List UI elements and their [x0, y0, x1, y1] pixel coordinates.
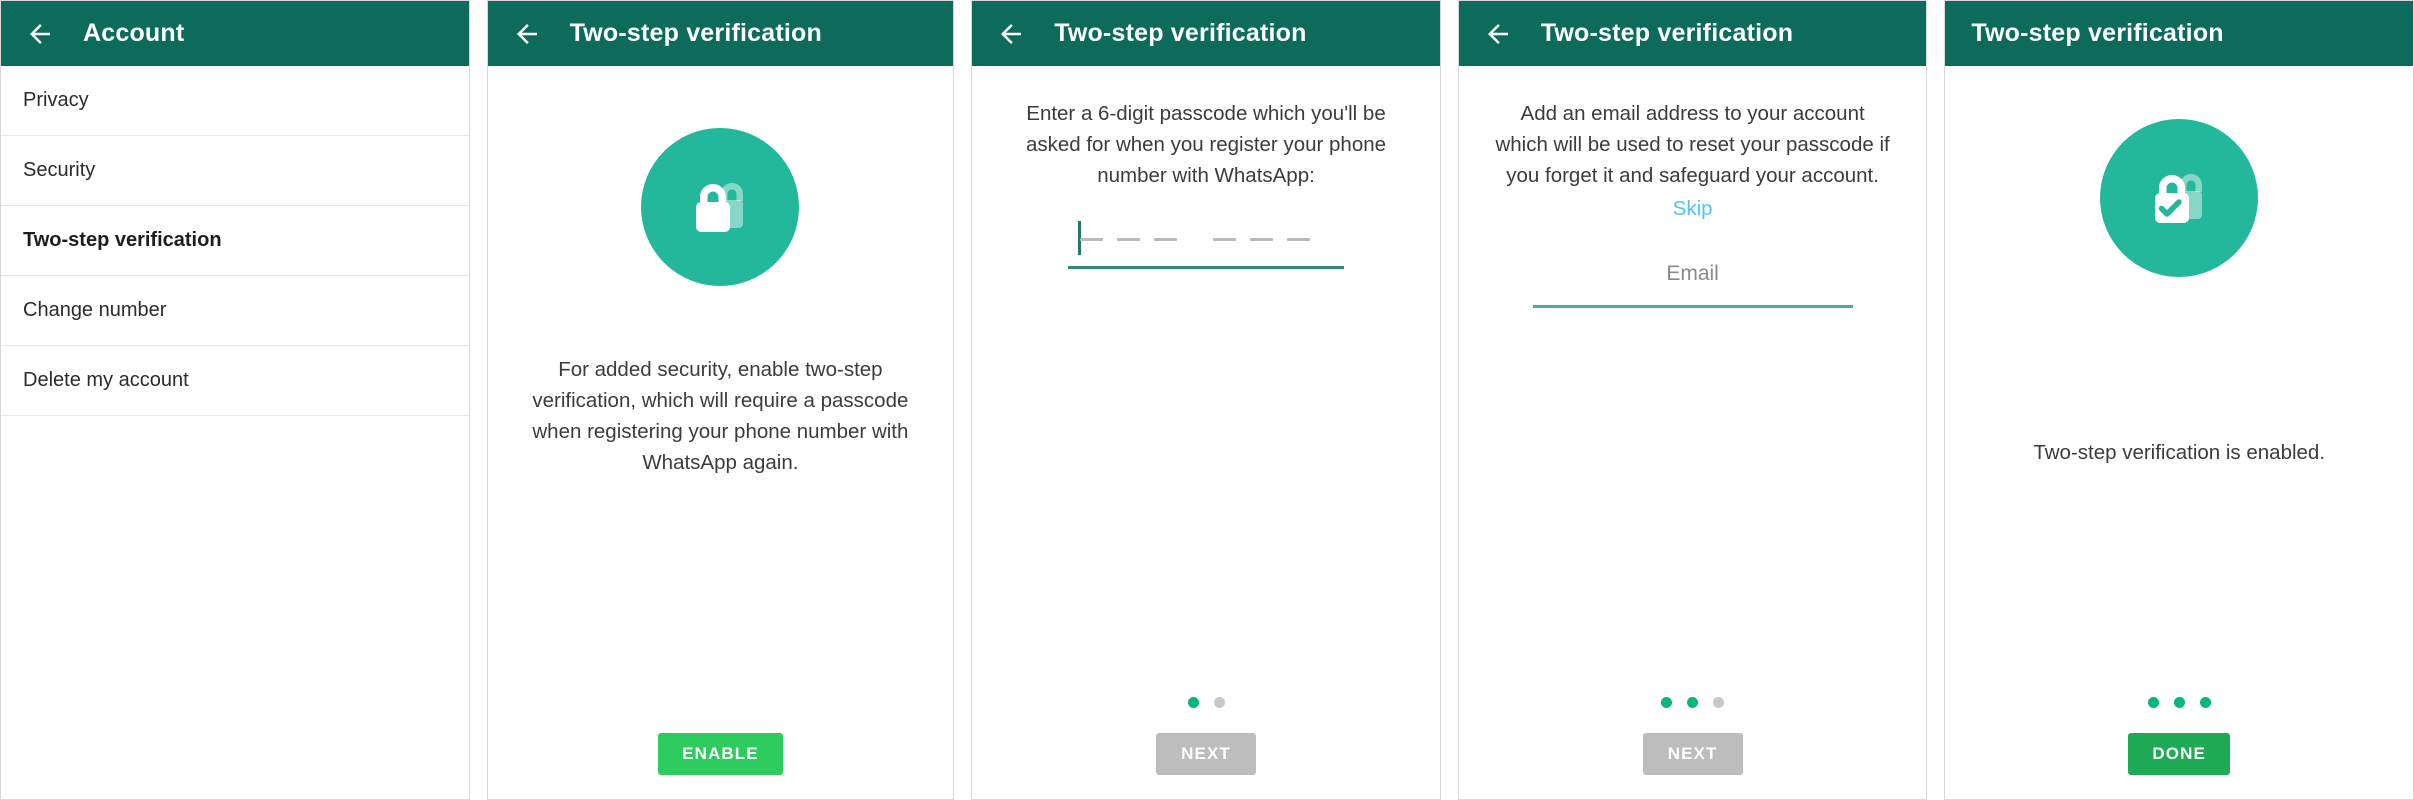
email-field[interactable]: Email	[1532, 260, 1853, 308]
input-underline	[1068, 266, 1344, 269]
passcode-dash	[1154, 238, 1177, 241]
passcode-bottom-area: NEXT	[972, 697, 1440, 775]
page-dot	[2173, 697, 2185, 708]
page-dot	[1713, 697, 1725, 708]
email-body: Add an email address to your account whi…	[1459, 66, 1927, 799]
email-bottom-area: NEXT	[1459, 697, 1927, 775]
panel-two-step-enabled: Two-step verification Two-step verificat…	[1944, 0, 2414, 800]
email-instructions: Add an email address to your account whi…	[1495, 102, 1890, 187]
page-dot	[2147, 697, 2159, 708]
page-dots	[2147, 697, 2211, 708]
enabled-body: Two-step verification is enabled. DONE	[1945, 66, 2413, 799]
page-dots	[1661, 697, 1725, 708]
intro-description: For added security, enable two-step veri…	[532, 358, 909, 474]
passcode-dash	[1287, 238, 1310, 241]
back-arrow-icon[interactable]	[23, 17, 57, 51]
settings-item-label: Privacy	[23, 89, 89, 111]
page-title: Account	[83, 19, 185, 47]
next-button[interactable]: NEXT	[1642, 733, 1743, 775]
page-dot	[1187, 697, 1199, 708]
lock-badge-wrap	[641, 128, 800, 286]
passcode-input[interactable]	[1068, 217, 1344, 269]
enabled-message: Two-step verification is enabled.	[2033, 441, 2326, 464]
appbar-enabled: Two-step verification	[1945, 1, 2413, 66]
intro-body: For added security, enable two-step veri…	[488, 66, 954, 799]
passcode-instructions: Enter a 6-digit passcode which you'll be…	[1025, 102, 1387, 187]
page-dots	[1187, 697, 1225, 708]
intro-bottom-area: ENABLE	[488, 697, 954, 775]
settings-list: Privacy Security Two-step verification C…	[1, 66, 469, 799]
page-dot	[1213, 697, 1225, 708]
page-title: Two-step verification	[569, 19, 822, 47]
sidebar-item-change-number[interactable]: Change number	[1, 276, 469, 346]
next-button[interactable]: NEXT	[1156, 733, 1256, 775]
passcode-body: Enter a 6-digit passcode which you'll be…	[972, 66, 1440, 799]
settings-item-label: Delete my account	[23, 369, 189, 391]
sidebar-item-delete-my-account[interactable]: Delete my account	[1, 346, 469, 416]
panel-account-settings: Account Privacy Security Two-step verifi…	[0, 0, 470, 800]
sidebar-item-security[interactable]: Security	[1, 136, 469, 206]
email-placeholder: Email	[1666, 262, 1719, 285]
appbar-two-step-intro: Two-step verification	[487, 1, 954, 66]
enabled-bottom-area: DONE	[1945, 697, 2413, 775]
settings-item-label: Two-step verification	[23, 229, 222, 251]
passcode-dash	[1213, 238, 1236, 241]
skip-link[interactable]: Skip	[1673, 193, 1713, 224]
settings-item-label: Change number	[23, 299, 167, 321]
done-button[interactable]: DONE	[2128, 733, 2230, 775]
page-title: Two-step verification	[1971, 19, 2224, 47]
settings-item-label: Security	[23, 159, 96, 181]
sidebar-item-two-step-verification[interactable]: Two-step verification	[1, 206, 469, 276]
sidebar-item-privacy[interactable]: Privacy	[1, 66, 469, 136]
input-underline	[1532, 305, 1853, 308]
enable-button[interactable]: ENABLE	[658, 733, 783, 775]
passcode-dash	[1080, 238, 1103, 241]
screenshot-stage: Account Privacy Security Two-step verifi…	[0, 0, 2414, 800]
lock-icon	[641, 128, 800, 286]
lock-check-icon	[2100, 119, 2259, 277]
appbar-account: Account	[1, 1, 469, 66]
page-dot	[2199, 697, 2211, 708]
lock-check-badge-wrap	[2100, 119, 2259, 277]
page-dot	[1661, 697, 1673, 708]
back-arrow-icon[interactable]	[510, 17, 544, 51]
page-dot	[1687, 697, 1699, 708]
passcode-dash	[1117, 238, 1140, 241]
page-title: Two-step verification	[1054, 19, 1307, 47]
passcode-dashes	[1080, 238, 1344, 241]
back-arrow-icon[interactable]	[1481, 17, 1515, 51]
passcode-dash	[1250, 238, 1273, 241]
page-title: Two-step verification	[1540, 19, 1794, 47]
appbar-email: Two-step verification	[1458, 1, 1927, 66]
back-arrow-icon[interactable]	[994, 17, 1028, 51]
panel-email-entry: Two-step verification Add an email addre…	[1457, 0, 1928, 800]
panel-two-step-intro: Two-step verification For added security…	[486, 0, 955, 800]
appbar-passcode: Two-step verification	[972, 1, 1440, 66]
panel-passcode-entry: Two-step verification Enter a 6-digit pa…	[971, 0, 1441, 800]
